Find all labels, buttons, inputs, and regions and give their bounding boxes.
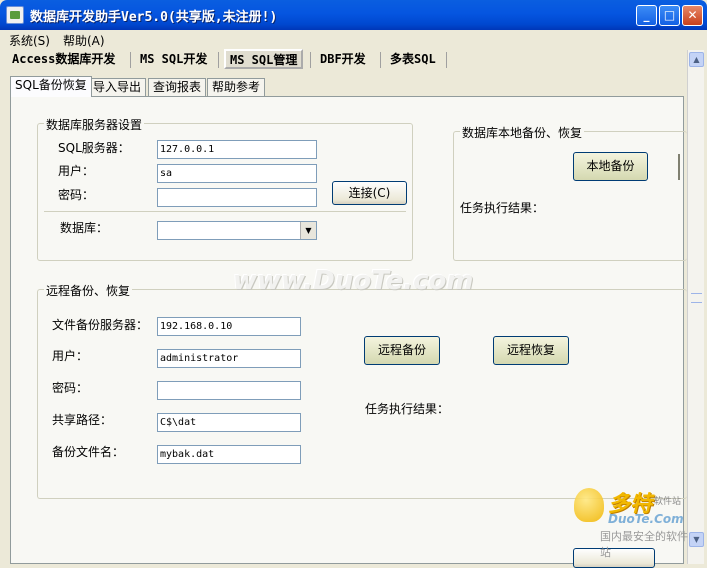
tab-access-dev[interactable]: Access数据库开发	[8, 50, 119, 70]
remote-result-label: 任务执行结果：	[365, 402, 450, 416]
menu-bar: 系统(S) 帮助(A)	[0, 30, 707, 48]
share-path-label: 共享路径：	[52, 413, 113, 427]
tab-mssql-admin[interactable]: MS SQL管理	[224, 49, 304, 69]
tab-help-reference[interactable]: 帮助参考	[207, 78, 266, 96]
user-input[interactable]: sa	[157, 164, 317, 183]
remote-backup-button[interactable]: 远程备份	[364, 336, 440, 365]
scroll-down-icon[interactable]: ▼	[689, 532, 704, 547]
minimize-button[interactable]: _	[636, 5, 657, 26]
database-label: 数据库：	[60, 221, 109, 235]
window-title: 数据库开发助手Ver5.0(共享版,未注册!)	[30, 10, 278, 25]
app-icon[interactable]	[6, 6, 24, 24]
scroll-edge	[678, 154, 680, 180]
menu-help[interactable]: 帮助(A)	[63, 32, 105, 49]
user-label: 用户：	[58, 164, 95, 178]
server-settings-legend: 数据库服务器设置	[44, 116, 145, 133]
watermark-text: www.DuoTe.com	[233, 266, 474, 296]
remote-password-label: 密码：	[52, 381, 89, 395]
divider	[44, 211, 406, 212]
logo-sub: 软件站	[654, 497, 682, 507]
tab-separator	[446, 52, 447, 68]
remote-password-input[interactable]	[157, 381, 301, 400]
logo-url: DuoTe.Com	[608, 512, 684, 526]
close-button[interactable]: ✕	[682, 5, 703, 26]
backup-filename-input[interactable]: mybak.dat	[157, 445, 301, 464]
share-path-input[interactable]: C$\dat	[157, 413, 301, 432]
menu-system[interactable]: 系统(S)	[9, 32, 50, 49]
sub-tab-bar: SQL备份恢复 导入导出 查询报表 帮助参考	[10, 76, 690, 97]
local-backup-button[interactable]: 本地备份	[573, 152, 648, 181]
title-bar[interactable]: 数据库开发助手Ver5.0(共享版,未注册!) _ □ ✕	[0, 0, 707, 30]
tab-separator	[380, 52, 381, 68]
server-settings-group: 数据库服务器设置 SQL服务器： 127.0.0.1 用户： sa 密码： 连接…	[37, 116, 413, 261]
tab-mssql-dev[interactable]: MS SQL开发	[136, 50, 211, 70]
remote-backup-group: 远程备份、恢复 文件备份服务器： 192.168.0.10 用户： admini…	[37, 282, 687, 499]
tab-query-report[interactable]: 查询报表	[148, 78, 207, 96]
sql-server-input[interactable]: 127.0.0.1	[157, 140, 317, 159]
password-input[interactable]	[157, 188, 317, 207]
scroll-up-icon[interactable]: ▲	[689, 52, 704, 67]
local-result-label: 任务执行结果：	[460, 201, 545, 215]
tab-separator	[218, 52, 219, 68]
remote-user-label: 用户：	[52, 349, 89, 363]
sql-server-label: SQL服务器：	[58, 141, 130, 155]
local-backup-legend: 数据库本地备份、恢复	[460, 124, 585, 141]
chevron-down-icon[interactable]: ▼	[300, 222, 316, 239]
tab-separator	[310, 52, 311, 68]
top-tab-bar: Access数据库开发 MS SQL开发 MS SQL管理 DBF开发 多表SQ…	[0, 48, 707, 70]
backup-filename-label: 备份文件名：	[52, 445, 125, 459]
logo-mark-icon	[574, 488, 604, 522]
remote-user-input[interactable]: administrator	[157, 349, 301, 368]
local-backup-group: 数据库本地备份、恢复 本地备份 任务执行结果：	[453, 124, 687, 261]
tab-import-export[interactable]: 导入导出	[88, 78, 147, 96]
remote-restore-button[interactable]: 远程恢复	[493, 336, 569, 365]
tab-separator	[130, 52, 131, 68]
tab-sql-backup-restore[interactable]: SQL备份恢复	[10, 76, 92, 97]
backup-server-input[interactable]: 192.168.0.10	[157, 317, 301, 336]
password-label: 密码：	[58, 188, 95, 202]
backup-server-label: 文件备份服务器：	[52, 318, 149, 332]
maximize-button[interactable]: □	[659, 5, 680, 26]
scroll-grip-icon[interactable]	[691, 293, 702, 303]
tab-multi-table-sql[interactable]: 多表SQL	[386, 50, 440, 70]
tab-dbf-dev[interactable]: DBF开发	[316, 50, 370, 70]
remote-backup-legend: 远程备份、恢复	[44, 282, 133, 299]
database-select[interactable]: ▼	[157, 221, 317, 240]
site-logo: 多特 软件站 DuoTe.Com 国内最安全的软件站	[572, 484, 690, 559]
connect-button[interactable]: 连接(C)	[332, 181, 407, 205]
logo-slogan: 国内最安全的软件站	[600, 530, 688, 559]
